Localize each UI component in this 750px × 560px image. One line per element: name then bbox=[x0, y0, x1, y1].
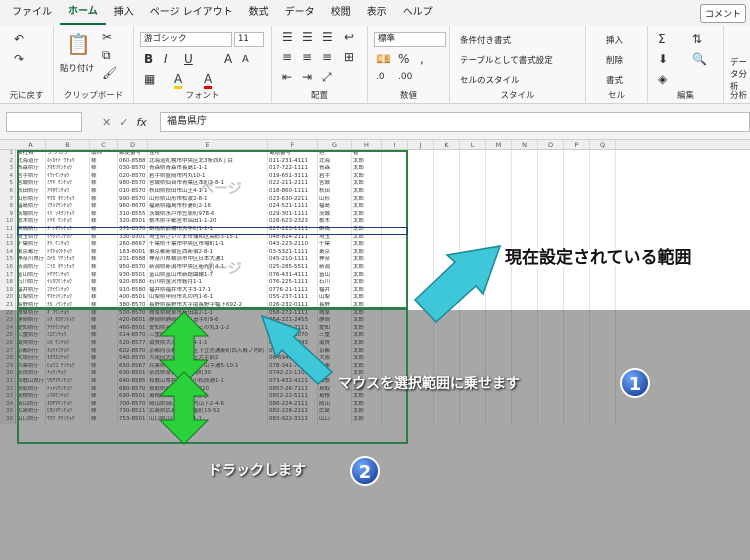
current-range-arrow bbox=[413, 245, 502, 324]
hover-arrow bbox=[260, 314, 334, 386]
step-2-badge: 2 bbox=[350, 456, 380, 486]
hover-callout: マウスを選択範囲に乗せます bbox=[338, 376, 520, 392]
step-1-badge: 1 bbox=[620, 368, 650, 398]
drag-callout: ドラックします bbox=[208, 463, 306, 479]
current-range-callout: 現在設定されている範囲 bbox=[505, 248, 692, 268]
drag-arrow-bottom bbox=[158, 371, 210, 445]
